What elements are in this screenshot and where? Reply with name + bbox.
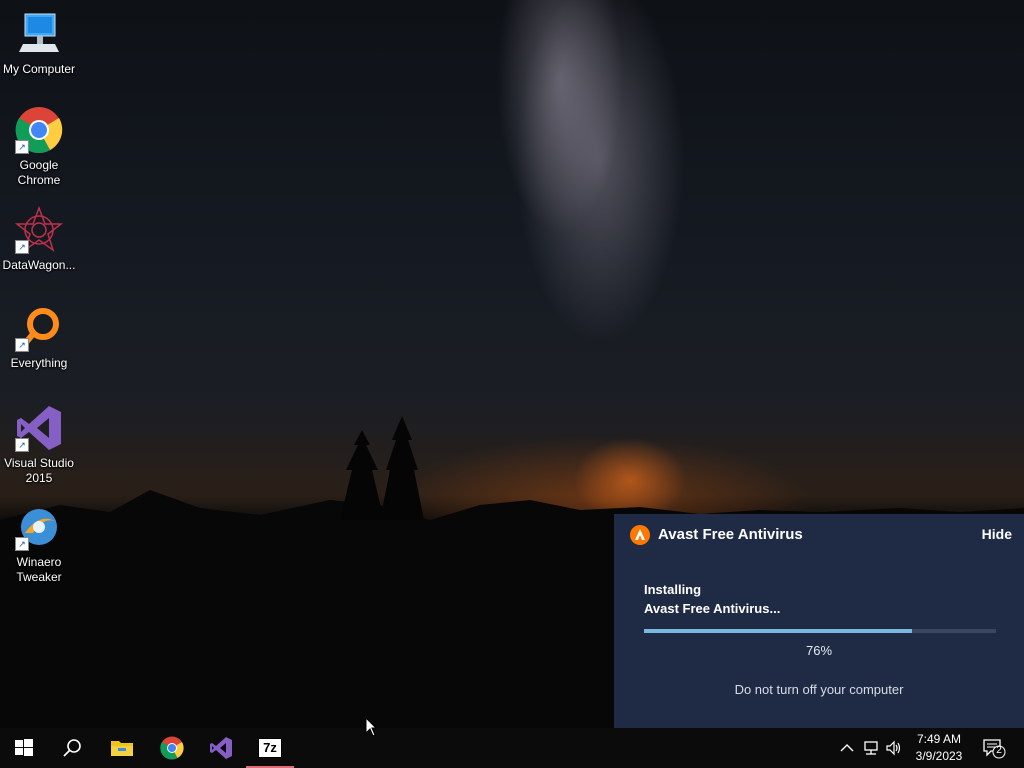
windows-logo-icon — [12, 736, 36, 760]
hide-button[interactable]: Hide — [982, 526, 1012, 542]
desktop-icon-google-chrome[interactable]: ↗ Google Chrome — [0, 106, 78, 188]
install-product-label: Avast Free Antivirus... — [644, 601, 781, 616]
winaero-tweaker-icon: ↗ — [15, 503, 63, 551]
desktop-icon-label: My Computer — [2, 62, 76, 76]
install-warning-text: Do not turn off your computer — [734, 682, 904, 697]
avast-title-bar: Avast Free Antivirus Hide — [630, 524, 1012, 546]
install-progress-percent: 76% — [805, 643, 833, 658]
folder-icon — [110, 736, 134, 760]
desktop-icon-winaero-tweaker[interactable]: ↗ Winaero Tweaker — [0, 503, 78, 585]
desktop-icon-label: Winaero Tweaker — [16, 555, 62, 584]
desktop-icon-everything[interactable]: ↗ Everything — [0, 304, 78, 371]
taskbar: 7z 7:49 AM 3/9/2023 2 — [0, 728, 1024, 768]
clock-date: 3/9/2023 — [915, 749, 963, 763]
computer-icon — [15, 10, 63, 58]
clock-time: 7:49 AM — [916, 732, 962, 746]
show-hidden-icons-chevron-icon[interactable] — [838, 739, 856, 757]
shortcut-arrow-icon: ↗ — [15, 438, 29, 452]
file-explorer-button[interactable] — [98, 728, 146, 768]
search-icon — [60, 736, 84, 760]
7zip-label: 7z — [263, 740, 277, 755]
visual-studio-taskbar-button[interactable] — [197, 728, 245, 768]
network-icon[interactable] — [862, 739, 880, 757]
desktop-icon-datawagon[interactable]: ↗ DataWagon... — [0, 205, 78, 273]
mouse-cursor-icon — [365, 716, 378, 742]
shortcut-arrow-icon: ↗ — [15, 338, 29, 352]
chrome-taskbar-button[interactable] — [148, 728, 196, 768]
system-clock[interactable]: 7:49 AM 3/9/2023 — [906, 731, 972, 765]
install-progress-fill — [644, 629, 912, 633]
shortcut-arrow-icon: ↗ — [15, 240, 29, 254]
shortcut-arrow-icon: ↗ — [15, 537, 29, 551]
install-progress-bar — [644, 629, 996, 633]
desktop-icon-label: DataWagon... — [2, 258, 76, 272]
chrome-icon — [160, 736, 184, 760]
avast-logo-icon — [630, 525, 650, 545]
action-center-button[interactable]: 2 — [983, 738, 1007, 760]
7zip-icon: 7z — [258, 738, 282, 758]
chrome-icon: ↗ — [15, 106, 63, 154]
desktop-icon-label: Everything — [10, 356, 68, 370]
avast-title: Avast Free Antivirus — [658, 526, 803, 543]
visual-studio-icon: ↗ — [15, 404, 63, 452]
avast-install-notification: Avast Free Antivirus Hide Installing Ava… — [614, 514, 1024, 728]
volume-icon[interactable] — [885, 739, 903, 757]
desktop-icon-label: Google Chrome — [17, 158, 61, 187]
desktop-icon-my-computer[interactable]: My Computer — [0, 10, 78, 77]
install-status-label: Installing — [644, 582, 702, 597]
7zip-taskbar-button[interactable]: 7z — [246, 728, 294, 768]
start-button[interactable] — [0, 728, 48, 768]
notification-count-badge: 2 — [996, 745, 1002, 756]
search-button[interactable] — [48, 728, 96, 768]
shortcut-arrow-icon: ↗ — [15, 140, 29, 154]
visual-studio-icon — [209, 736, 233, 760]
desktop-icon-visual-studio[interactable]: ↗ Visual Studio 2015 — [0, 404, 78, 486]
desktop-icon-label: Visual Studio 2015 — [4, 456, 74, 485]
everything-search-icon: ↗ — [15, 304, 63, 352]
datawagon-icon: ↗ — [14, 205, 64, 254]
